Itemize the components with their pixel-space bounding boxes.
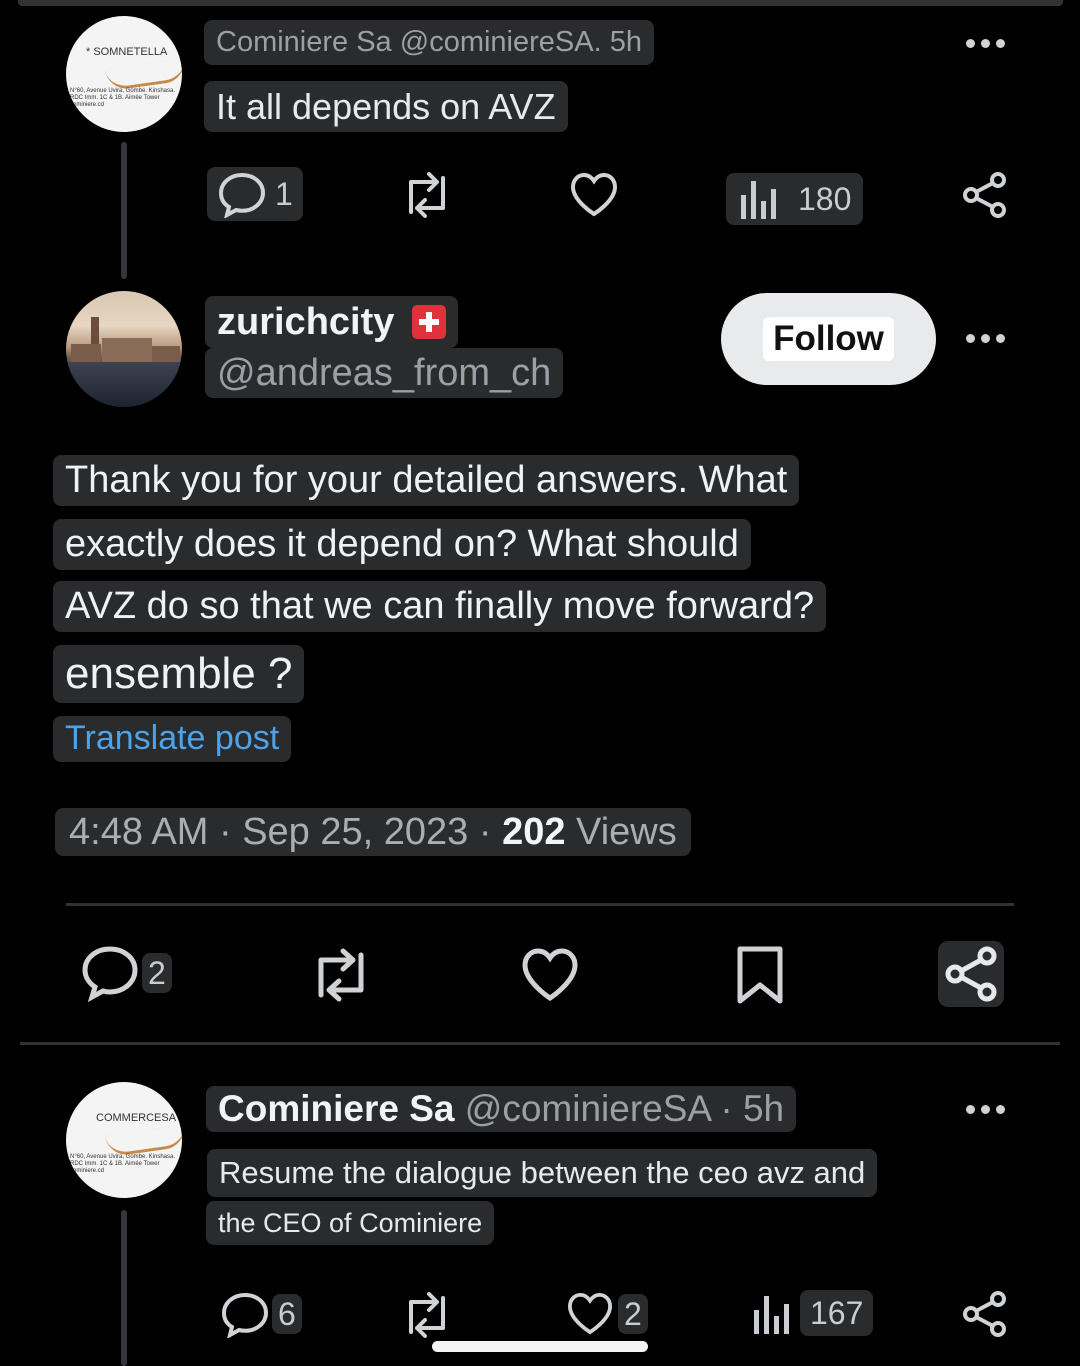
repost-icon — [409, 1292, 445, 1338]
repost-button[interactable] — [399, 172, 455, 218]
thread-line — [121, 142, 127, 279]
views-button[interactable]: 180 — [726, 173, 864, 225]
bookmark-button[interactable] — [734, 945, 786, 1007]
like-icon — [567, 1292, 613, 1335]
post-timestamp: 4:48 AM · Sep 25, 2023 · 202 Views — [55, 808, 691, 856]
handle[interactable]: @cominiereSA — [465, 1088, 710, 1129]
post-date: Sep 25, 2023 — [242, 811, 469, 853]
post-text-line: the CEO of Cominiere — [206, 1201, 495, 1245]
handle[interactable]: @andreas_from_ch — [205, 348, 564, 398]
post-header: Cominiere Sa @cominiereSA · 5h — [206, 1086, 797, 1132]
repost-icon — [318, 948, 364, 1002]
repost-icon — [409, 172, 445, 218]
thread-line — [121, 1210, 127, 1366]
like-button[interactable]: 2 — [566, 1292, 648, 1336]
reply-icon — [218, 172, 266, 218]
repost-button[interactable] — [307, 948, 375, 1002]
translate-post-link[interactable]: Translate post — [53, 716, 292, 762]
display-name[interactable]: Cominiere Sa — [218, 1088, 454, 1129]
share-button[interactable] — [938, 941, 1004, 1007]
more-icon[interactable] — [966, 39, 1005, 48]
share-icon — [963, 1291, 1006, 1337]
avatar-address: N°60, Avenue Uvira, Gombe. Kinshasa. RDC… — [70, 1154, 176, 1174]
reply-count: 6 — [272, 1294, 302, 1334]
post-text: It all depends on AVZ — [204, 81, 568, 132]
views-count: 180 — [798, 180, 852, 217]
reply-count: 1 — [275, 175, 293, 212]
views-count: 167 — [800, 1290, 874, 1336]
avatar-logo-text: * SOMNETELLA — [86, 46, 168, 58]
avatar-logo-text: COMMERCESA — [96, 1112, 177, 1124]
post-header: Cominiere Sa @cominiereSA. 5h — [204, 20, 654, 65]
post-time: 4:48 AM — [69, 811, 209, 853]
views-label: Views — [576, 811, 677, 853]
post-text-line: Thank you for your detailed answers. Wha… — [53, 455, 800, 506]
handle[interactable]: @cominiereSA. — [400, 26, 602, 58]
share-icon — [963, 172, 1006, 218]
like-icon — [522, 948, 578, 1001]
avatar[interactable]: * SOMNETELLA N°60, Avenue Uvira, Gombe. … — [66, 16, 182, 132]
home-indicator[interactable] — [432, 1341, 648, 1352]
avatar-address: N°60, Avenue Uvira, Gombe. Kinshasa. RDC… — [70, 88, 176, 108]
reply-button[interactable]: 6 — [220, 1290, 302, 1338]
views-icon — [754, 1296, 789, 1334]
reply-button[interactable]: 1 — [207, 167, 303, 221]
reply-icon — [82, 946, 138, 1002]
swiss-flag-icon — [412, 305, 447, 339]
top-divider — [18, 0, 1063, 6]
views-button[interactable]: 167 — [752, 1290, 874, 1336]
post-text-line: exactly does it depend on? What should — [53, 519, 751, 570]
divider — [66, 903, 1014, 906]
post-text-line: Resume the dialogue between the ceo avz … — [207, 1149, 878, 1197]
display-name[interactable]: Cominiere Sa — [216, 26, 392, 58]
repost-button[interactable] — [399, 1292, 455, 1338]
share-icon — [945, 946, 997, 1002]
like-icon — [570, 172, 618, 217]
share-button[interactable] — [962, 1290, 1008, 1338]
more-icon[interactable] — [966, 334, 1005, 343]
display-name-row[interactable]: zurichcity — [205, 296, 459, 348]
reply-count: 2 — [142, 953, 172, 993]
views-icon — [741, 181, 776, 219]
avatar[interactable]: COMMERCESA N°60, Avenue Uvira, Gombe. Ki… — [66, 1082, 182, 1198]
display-name: zurichcity — [217, 300, 395, 343]
post-text-line: AVZ do so that we can finally move forwa… — [53, 581, 827, 632]
share-button[interactable] — [962, 171, 1008, 219]
bookmark-icon — [737, 946, 783, 1004]
post-time: 5h — [742, 1088, 785, 1129]
logo-swoosh — [104, 58, 182, 92]
divider — [20, 1042, 1060, 1045]
post-time: 5h — [609, 26, 642, 58]
post-text-line: ensemble ? — [53, 645, 305, 703]
like-count: 2 — [618, 1294, 648, 1334]
avatar[interactable] — [66, 291, 182, 407]
like-button[interactable] — [520, 947, 580, 1003]
follow-button[interactable]: Follow — [721, 293, 936, 385]
reply-icon — [221, 1292, 269, 1338]
logo-swoosh — [104, 1124, 182, 1158]
reply-button[interactable]: 2 — [80, 944, 172, 1002]
like-button[interactable] — [569, 172, 619, 218]
views-count: 202 — [502, 811, 566, 853]
more-icon[interactable] — [966, 1105, 1005, 1114]
